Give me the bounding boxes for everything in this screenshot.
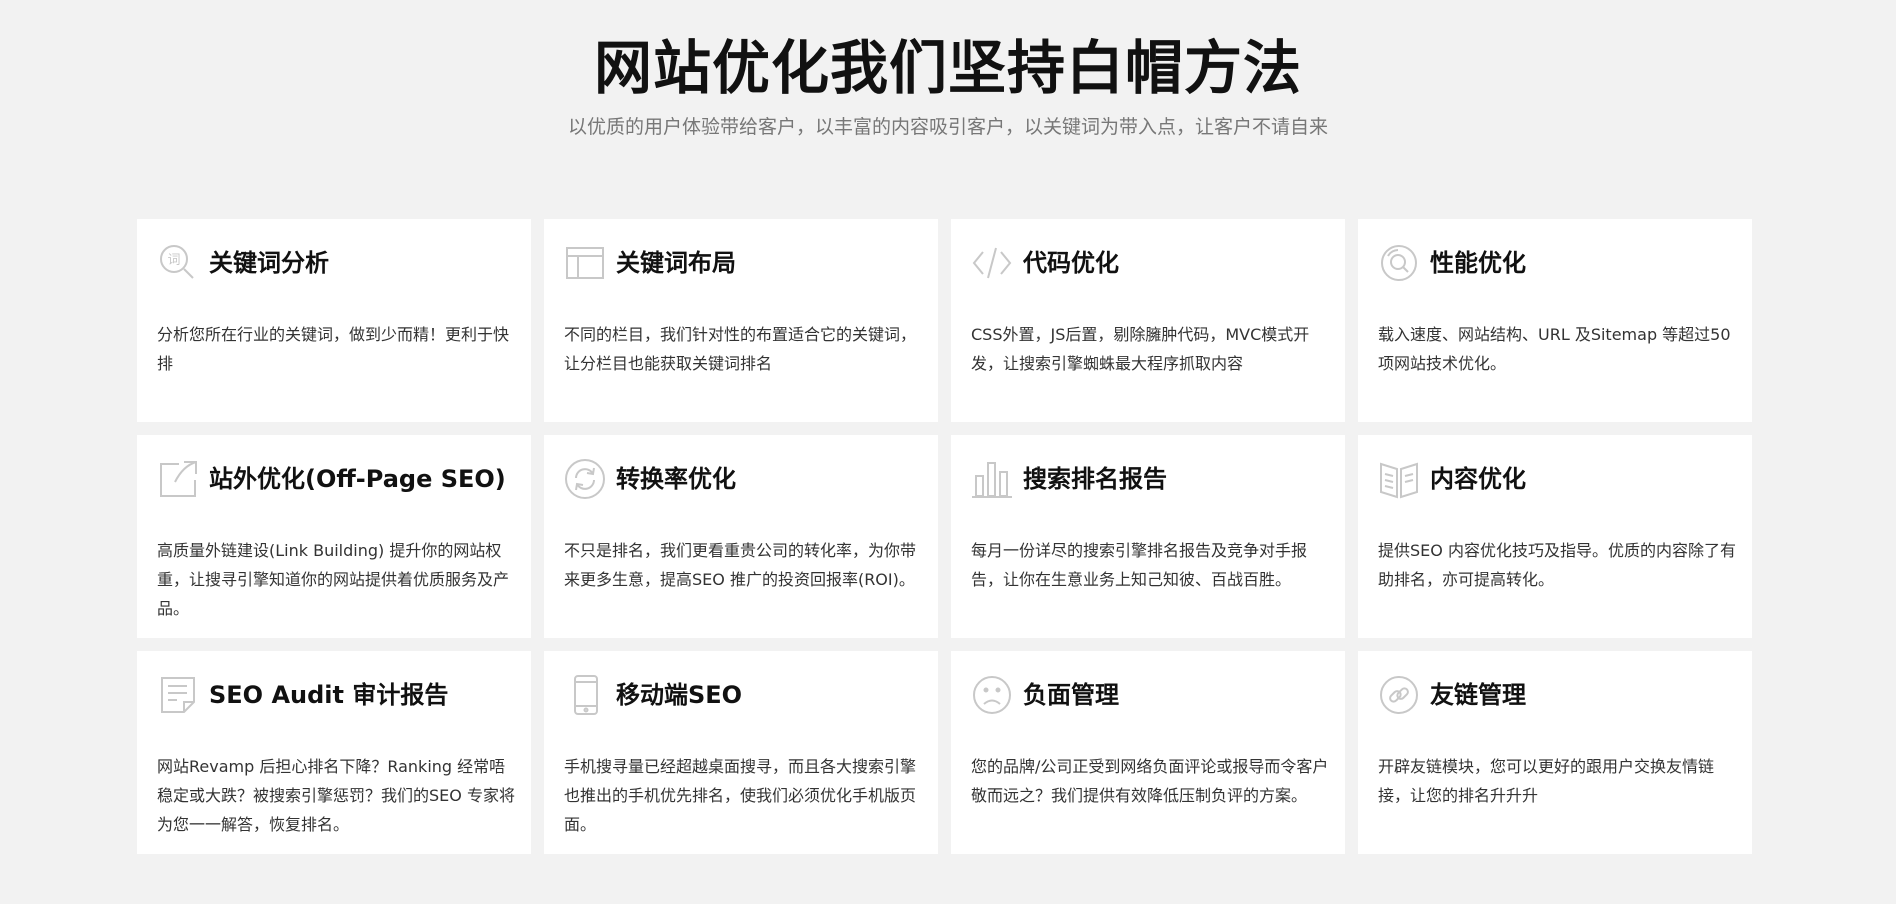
card-description: 开辟友链模块，您可以更好的跟用户交换友情链接，让您的排名升升升 xyxy=(1378,757,1715,805)
card-header: SEO Audit 审计报告 xyxy=(157,673,448,717)
card-title: 性能优化 xyxy=(1430,249,1526,277)
card-description: 分析您所在行业的关键词，做到少而精！更利于快排 xyxy=(157,325,510,373)
card-title: 负面管理 xyxy=(1023,681,1119,709)
card-title: 搜索排名报告 xyxy=(1023,465,1167,493)
bar-chart-icon xyxy=(971,458,1013,500)
service-card-performance[interactable]: 性能优化 载入速度、网站结构、URL 及Sitemap 等超过50项网站技术优化… xyxy=(1358,219,1752,422)
service-card-content[interactable]: 内容优化 提供SEO 内容优化技巧及指导。优质的内容除了有助排名，亦可提高转化。 xyxy=(1358,435,1752,638)
card-title: 站外优化(Off-Page SEO) xyxy=(209,465,506,493)
layout-icon xyxy=(564,242,606,284)
card-header: 友链管理 xyxy=(1378,673,1526,717)
card-header: 关键词布局 xyxy=(564,241,736,285)
card-title: 关键词布局 xyxy=(616,249,736,277)
service-card-conversion[interactable]: 转换率优化 不只是排名，我们更看重贵公司的转化率，为你带来更多生意，提高SEO … xyxy=(544,435,938,638)
card-description: 每月一份详尽的搜索引擎排名报告及竞争对手报告，让你在生意业务上知己知彼、百战百胜… xyxy=(971,541,1308,589)
service-card-link-management[interactable]: 友链管理 开辟友链模块，您可以更好的跟用户交换友情链接，让您的排名升升升 xyxy=(1358,651,1752,854)
card-header: 性能优化 xyxy=(1378,241,1526,285)
card-description: 高质量外链建设(Link Building) 提升你的网站权重，让搜寻引擎知道你… xyxy=(157,541,510,618)
card-title: 友链管理 xyxy=(1430,681,1526,709)
performance-icon xyxy=(1378,242,1420,284)
seo-services-page: 网站优化我们坚持白帽方法 以优质的用户体验带给客户，以丰富的内容吸引客户，以关键… xyxy=(0,0,1896,904)
card-description: 网站Revamp 后担心排名下降？Ranking 经常唔稳定或大跌？被搜索引擎惩… xyxy=(157,757,515,834)
card-header: 代码优化 xyxy=(971,241,1119,285)
service-card-keyword-analysis[interactable]: 词 关键词分析 分析您所在行业的关键词，做到少而精！更利于快排 xyxy=(137,219,531,422)
card-header: 移动端SEO xyxy=(564,673,742,717)
keyword-search-icon: 词 xyxy=(157,242,199,284)
book-icon xyxy=(1378,458,1420,500)
card-description: 手机搜寻量已经超越桌面搜寻，而且各大搜索引擎也推出的手机优先排名，使我们必须优化… xyxy=(564,757,917,834)
service-card-grid: 词 关键词分析 分析您所在行业的关键词，做到少而精！更利于快排 关键词布局 不同… xyxy=(137,219,1754,854)
service-card-ranking-report[interactable]: 搜索排名报告 每月一份详尽的搜索引擎排名报告及竞争对手报告，让你在生意业务上知己… xyxy=(951,435,1345,638)
page-subtitle: 以优质的用户体验带给客户，以丰富的内容吸引客户，以关键词为带入点，让客户不请自来 xyxy=(567,116,1328,138)
page-title: 网站优化我们坚持白帽方法 xyxy=(593,34,1302,102)
service-card-code-optimization[interactable]: 代码优化 CSS外置，JS后置，剔除臃肿代码，MVC模式开发，让搜索引擎蜘蛛最大… xyxy=(951,219,1345,422)
card-title: 移动端SEO xyxy=(616,681,743,709)
card-header: 转换率优化 xyxy=(564,457,736,501)
card-header: 词 关键词分析 xyxy=(157,241,329,285)
service-card-seo-audit[interactable]: SEO Audit 审计报告 网站Revamp 后担心排名下降？Ranking … xyxy=(137,651,531,854)
card-description: 不同的栏目，我们针对性的布置适合它的关键词，让分栏目也能获取关键词排名 xyxy=(564,325,917,373)
section-header: 网站优化我们坚持白帽方法 以优质的用户体验带给客户，以丰富的内容吸引客户，以关键… xyxy=(0,30,1896,140)
card-title: 代码优化 xyxy=(1023,249,1119,277)
card-description: CSS外置，JS后置，剔除臃肿代码，MVC模式开发，让搜索引擎蜘蛛最大程序抓取内… xyxy=(971,325,1310,373)
document-icon xyxy=(157,674,199,716)
code-icon xyxy=(971,242,1013,284)
card-header: 内容优化 xyxy=(1378,457,1526,501)
card-title: SEO Audit 审计报告 xyxy=(209,681,449,709)
refresh-icon xyxy=(564,458,606,500)
card-header: 站外优化(Off-Page SEO) xyxy=(157,457,506,501)
card-description: 不只是排名，我们更看重贵公司的转化率，为你带来更多生意，提高SEO 推广的投资回… xyxy=(564,541,917,589)
external-link-icon xyxy=(157,458,199,500)
card-title: 转换率优化 xyxy=(616,465,736,493)
sad-face-icon xyxy=(971,674,1013,716)
service-card-keyword-layout[interactable]: 关键词布局 不同的栏目，我们针对性的布置适合它的关键词，让分栏目也能获取关键词排… xyxy=(544,219,938,422)
card-description: 您的品牌/公司正受到网络负面评论或报导而令客户敬而远之？我们提供有效降低压制负评… xyxy=(971,757,1329,805)
card-header: 搜索排名报告 xyxy=(971,457,1167,501)
service-card-mobile-seo[interactable]: 移动端SEO 手机搜寻量已经超越桌面搜寻，而且各大搜索引擎也推出的手机优先排名，… xyxy=(544,651,938,854)
card-description: 提供SEO 内容优化技巧及指导。优质的内容除了有助排名，亦可提高转化。 xyxy=(1378,541,1736,589)
mobile-phone-icon xyxy=(564,674,606,716)
svg-text:词: 词 xyxy=(167,253,180,268)
card-title: 关键词分析 xyxy=(209,249,329,277)
service-card-negative-management[interactable]: 负面管理 您的品牌/公司正受到网络负面评论或报导而令客户敬而远之？我们提供有效降… xyxy=(951,651,1345,854)
card-title: 内容优化 xyxy=(1430,465,1526,493)
service-card-off-page-seo[interactable]: 站外优化(Off-Page SEO) 高质量外链建设(Link Building… xyxy=(137,435,531,638)
card-header: 负面管理 xyxy=(971,673,1119,717)
card-description: 载入速度、网站结构、URL 及Sitemap 等超过50项网站技术优化。 xyxy=(1378,325,1731,373)
link-icon xyxy=(1378,674,1420,716)
